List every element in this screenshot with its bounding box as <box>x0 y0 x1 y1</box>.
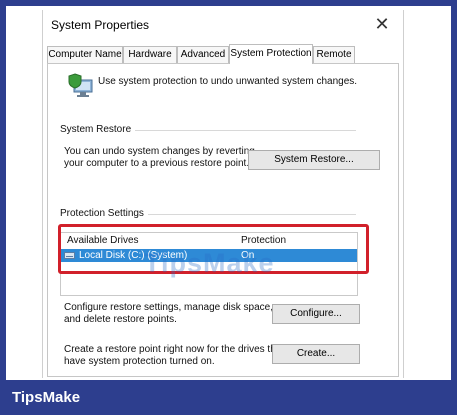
system-restore-desc-line1: You can undo system changes by reverting <box>64 146 255 157</box>
tab-computer-name[interactable]: Computer Name <box>47 46 123 63</box>
create-text-line2: have system protection turned on. <box>64 356 215 367</box>
tab-strip: Computer Name Hardware Advanced System P… <box>47 44 399 64</box>
screenshot-frame: System Properties ✕ Computer Name Hardwa… <box>6 6 451 380</box>
watermark-text: TipsMake <box>144 248 275 278</box>
tab-hardware[interactable]: Hardware <box>123 46 177 63</box>
protection-settings-divider <box>146 214 356 215</box>
system-restore-desc-line2: your computer to a previous restore poin… <box>64 158 250 169</box>
system-restore-group-label: System Restore <box>60 124 136 135</box>
configure-text-line1: Configure restore settings, manage disk … <box>64 302 273 313</box>
create-text-line1: Create a restore point right now for the… <box>64 344 285 355</box>
tab-advanced[interactable]: Advanced <box>177 46 229 63</box>
system-properties-dialog: System Properties ✕ Computer Name Hardwa… <box>42 10 404 378</box>
configure-button[interactable]: Configure... <box>272 304 360 324</box>
tab-panel: Use system protection to undo unwanted s… <box>47 63 399 377</box>
create-button[interactable]: Create... <box>272 344 360 364</box>
configure-text-line2: and delete restore points. <box>64 314 177 325</box>
shield-computer-icon <box>68 73 93 97</box>
intro-text: Use system protection to undo unwanted s… <box>98 76 358 87</box>
system-restore-divider <box>124 130 356 131</box>
window-title: System Properties <box>51 18 150 32</box>
protection-settings-group-label: Protection Settings <box>60 208 148 219</box>
tab-remote[interactable]: Remote <box>313 46 355 63</box>
tab-system-protection[interactable]: System Protection <box>229 44 313 64</box>
title-bar: System Properties ✕ <box>43 10 403 38</box>
close-icon[interactable]: ✕ <box>368 12 396 36</box>
brand-logo-text: TipsMake <box>12 389 81 406</box>
system-restore-button[interactable]: System Restore... <box>248 150 380 170</box>
